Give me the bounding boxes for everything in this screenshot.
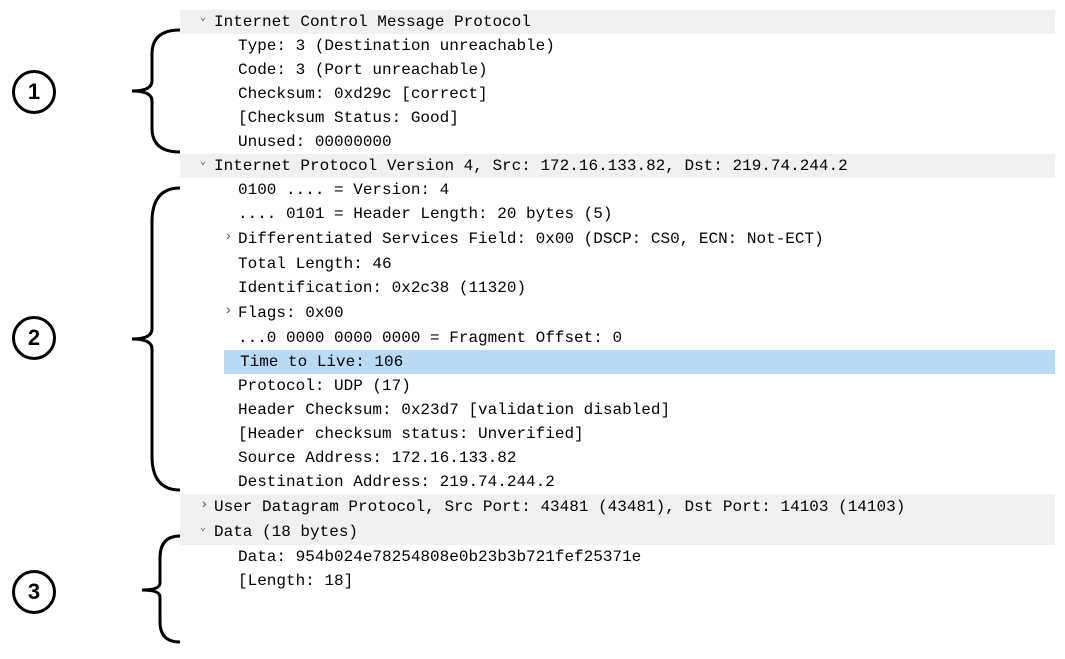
chevron-down-icon[interactable]	[200, 10, 214, 34]
icmp-header-row[interactable]: Internet Control Message Protocol	[180, 10, 1055, 34]
data-data: Data: 954b024e78254808e0b23b3b721fef2537…	[238, 548, 641, 566]
icmp-checksum-status-row[interactable]: [Checksum Status: Good]	[180, 106, 1055, 130]
icmp-checksum-status: [Checksum Status: Good]	[238, 109, 459, 127]
data-length-row[interactable]: [Length: 18]	[180, 569, 1055, 593]
annotation-column: 1 2 3	[0, 10, 180, 593]
ipv4-total-length: Total Length: 46	[238, 255, 392, 273]
icmp-unused: Unused: 00000000	[238, 133, 392, 151]
ipv4-header-checksum: Header Checksum: 0x23d7 [validation disa…	[238, 401, 670, 419]
annotation-bracket-3	[62, 528, 182, 648]
icmp-checksum: Checksum: 0xd29c [correct]	[238, 85, 488, 103]
ipv4-header-checksum-row[interactable]: Header Checksum: 0x23d7 [validation disa…	[180, 398, 1055, 422]
ipv4-version: 0100 .... = Version: 4	[238, 181, 449, 199]
ipv4-version-row[interactable]: 0100 .... = Version: 4	[180, 178, 1055, 202]
ipv4-header-text: Internet Protocol Version 4, Src: 172.16…	[214, 157, 848, 175]
ipv4-header-length: .... 0101 = Header Length: 20 bytes (5)	[238, 205, 612, 223]
annotation-circle-3: 3	[12, 570, 56, 614]
annotation-bracket-2	[62, 182, 182, 496]
chevron-down-icon[interactable]	[200, 520, 214, 544]
icmp-type: Type: 3 (Destination unreachable)	[238, 37, 555, 55]
udp-header-text: User Datagram Protocol, Src Port: 43481 …	[214, 499, 905, 517]
annotation-label-1: 1	[28, 79, 40, 105]
annotation-circle-2: 2	[12, 316, 56, 360]
ipv4-src-addr-row[interactable]: Source Address: 172.16.133.82	[180, 446, 1055, 470]
ipv4-flags: Flags: 0x00	[238, 305, 344, 323]
ipv4-dst-addr-row[interactable]: Destination Address: 219.74.244.2	[180, 470, 1055, 494]
annotation-label-2: 2	[28, 325, 40, 351]
ipv4-identification: Identification: 0x2c38 (11320)	[238, 279, 526, 297]
icmp-code: Code: 3 (Port unreachable)	[238, 61, 488, 79]
packet-tree: Internet Control Message Protocol Type: …	[180, 10, 1055, 593]
ipv4-header-checksum-status: [Header checksum status: Unverified]	[238, 425, 584, 443]
ipv4-dsf: Differentiated Services Field: 0x00 (DSC…	[238, 231, 824, 249]
icmp-checksum-row[interactable]: Checksum: 0xd29c [correct]	[180, 82, 1055, 106]
ipv4-fragment-offset-row[interactable]: ...0 0000 0000 0000 = Fragment Offset: 0	[180, 326, 1055, 350]
ipv4-identification-row[interactable]: Identification: 0x2c38 (11320)	[180, 276, 1055, 300]
ipv4-fragment-offset: ...0 0000 0000 0000 = Fragment Offset: 0	[238, 329, 622, 347]
ipv4-total-length-row[interactable]: Total Length: 46	[180, 252, 1055, 276]
chevron-down-icon[interactable]	[200, 154, 214, 178]
udp-header-row[interactable]: User Datagram Protocol, Src Port: 43481 …	[180, 494, 1055, 520]
ipv4-header-checksum-status-row[interactable]: [Header checksum status: Unverified]	[180, 422, 1055, 446]
annotation-circle-1: 1	[12, 70, 56, 114]
ipv4-ttl: Time to Live: 106	[240, 353, 403, 371]
annotation-bracket-1	[62, 24, 182, 158]
ipv4-src-addr: Source Address: 172.16.133.82	[238, 449, 516, 467]
ipv4-flags-row[interactable]: Flags: 0x00	[180, 300, 1055, 326]
ipv4-protocol-row[interactable]: Protocol: UDP (17)	[180, 374, 1055, 398]
icmp-unused-row[interactable]: Unused: 00000000	[180, 130, 1055, 154]
chevron-right-icon[interactable]	[200, 494, 214, 520]
ipv4-dsf-row[interactable]: Differentiated Services Field: 0x00 (DSC…	[180, 226, 1055, 252]
chevron-right-icon[interactable]	[224, 300, 238, 326]
annotation-label-3: 3	[28, 579, 40, 605]
data-data-row[interactable]: Data: 954b024e78254808e0b23b3b721fef2537…	[180, 545, 1055, 569]
icmp-type-row[interactable]: Type: 3 (Destination unreachable)	[180, 34, 1055, 58]
ipv4-protocol: Protocol: UDP (17)	[238, 377, 411, 395]
data-header-text: Data (18 bytes)	[214, 524, 358, 542]
data-header-row[interactable]: Data (18 bytes)	[180, 520, 1055, 544]
ipv4-ttl-row[interactable]: Time to Live: 106	[224, 350, 1055, 374]
ipv4-dst-addr: Destination Address: 219.74.244.2	[238, 473, 555, 491]
ipv4-header-length-row[interactable]: .... 0101 = Header Length: 20 bytes (5)	[180, 202, 1055, 226]
chevron-right-icon[interactable]	[224, 226, 238, 252]
icmp-header-text: Internet Control Message Protocol	[214, 13, 531, 31]
ipv4-header-row[interactable]: Internet Protocol Version 4, Src: 172.16…	[180, 154, 1055, 178]
data-length: [Length: 18]	[238, 572, 353, 590]
icmp-code-row[interactable]: Code: 3 (Port unreachable)	[180, 58, 1055, 82]
